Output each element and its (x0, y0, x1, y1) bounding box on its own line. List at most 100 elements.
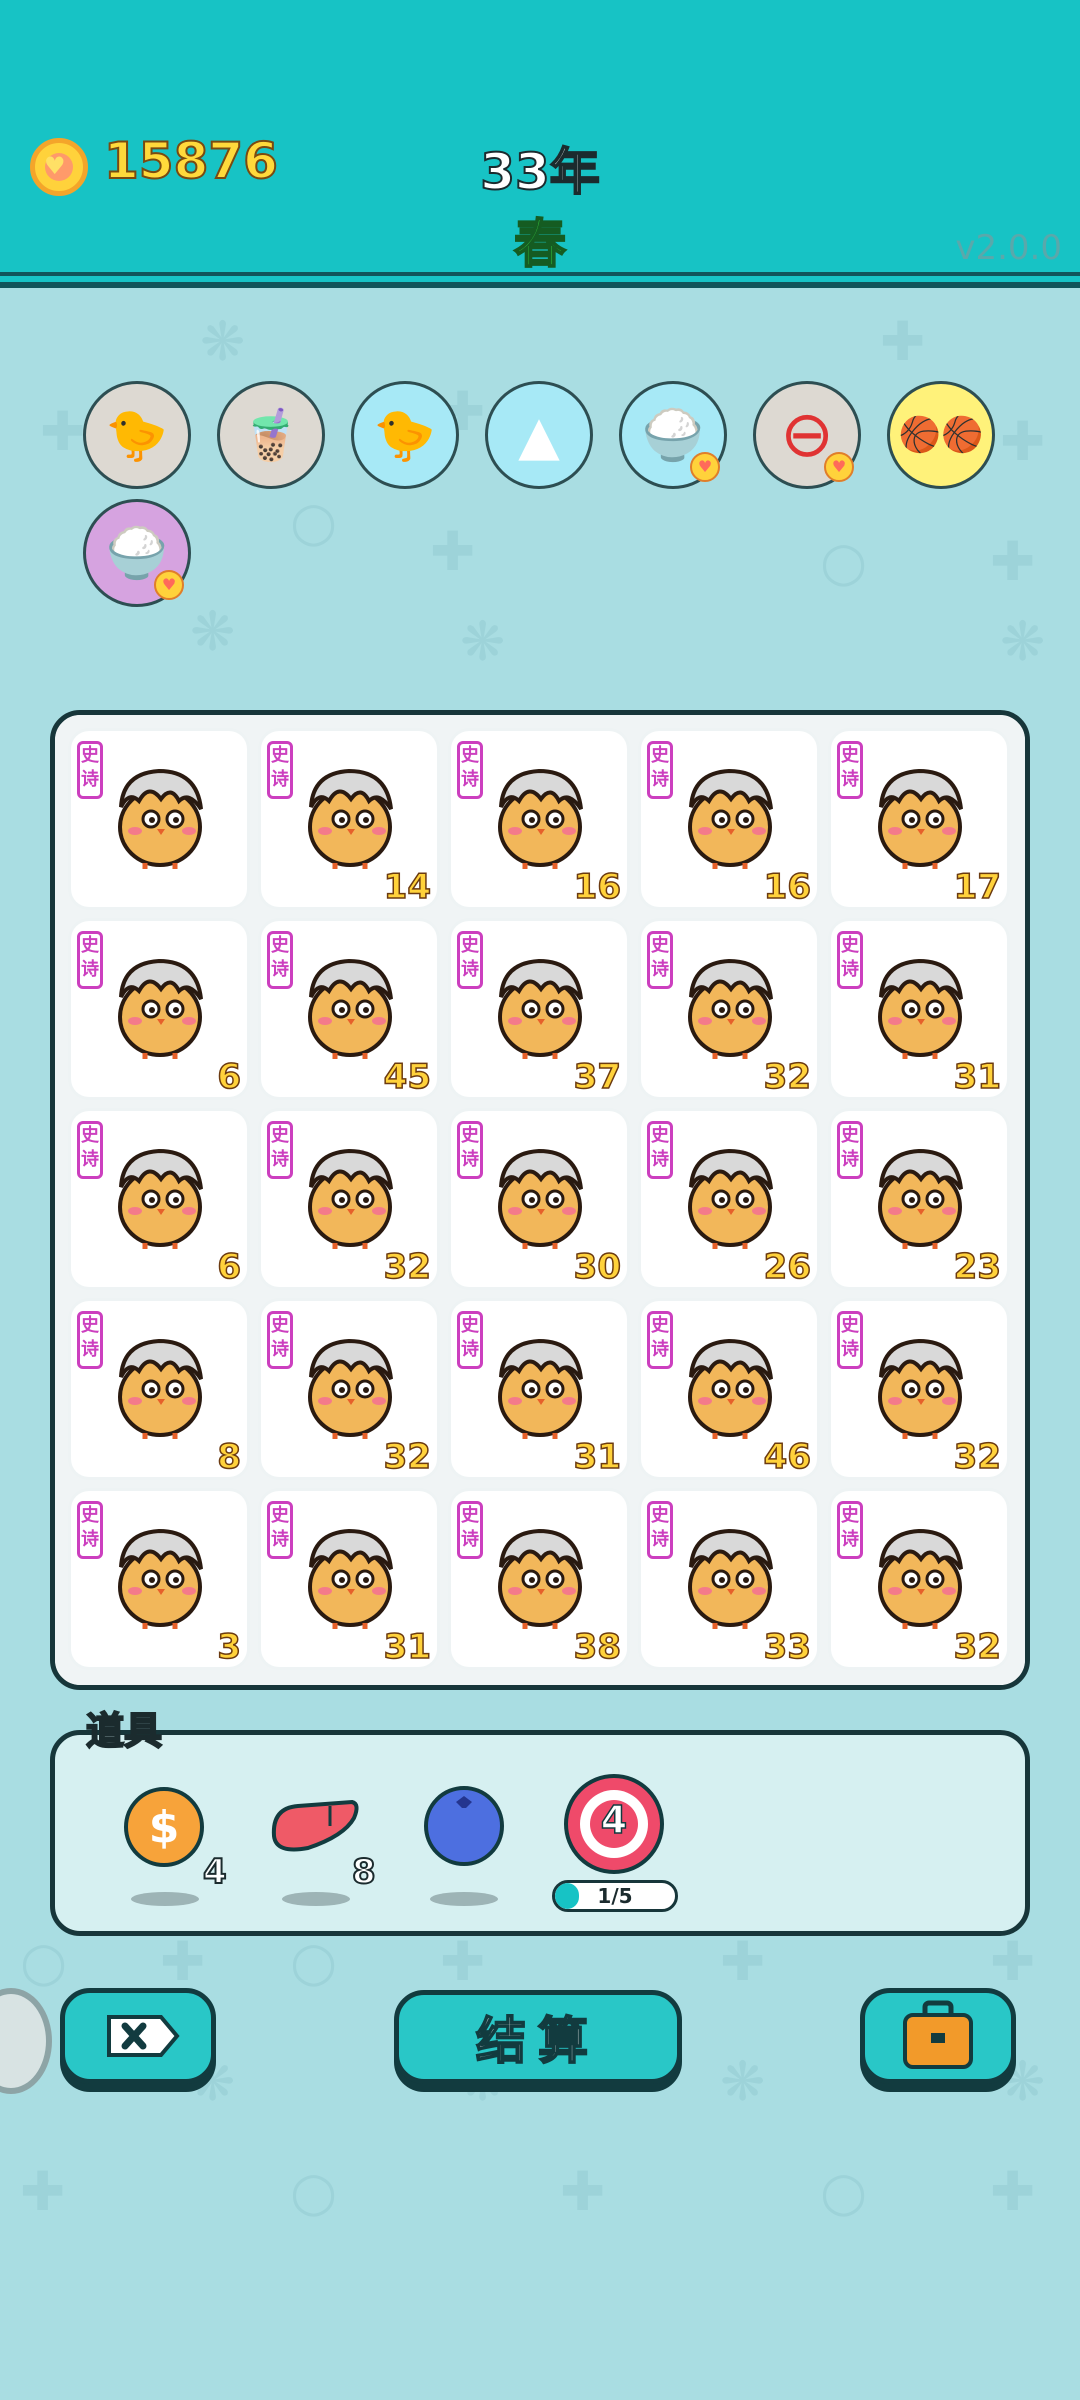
item-coin[interactable]: $ (123, 1786, 205, 1906)
item-shadow (430, 1892, 498, 1906)
chick-character-icon (308, 958, 393, 1059)
rarity-tag: 史诗 (837, 1311, 863, 1369)
coin-dollar-icon: $ (124, 1787, 204, 1867)
rarity-tag: 史诗 (647, 931, 673, 989)
cell-value: 32 (953, 1436, 1002, 1478)
cell-value: 14 (383, 866, 432, 908)
item-shadow (131, 1892, 199, 1906)
status-item-skirt[interactable]: ▲ (485, 381, 593, 489)
season-label: 春 (513, 214, 567, 276)
item-liver[interactable] (268, 1796, 362, 1906)
status-item-rice-bowl-2[interactable]: 🍚 ♥ (83, 499, 191, 607)
rarity-tag: 史诗 (267, 1311, 293, 1369)
chicken-with-egg-icon: 🐤 (105, 405, 169, 464)
board-cell[interactable]: 史诗 6 (71, 1111, 247, 1288)
rarity-tag: 史诗 (77, 1501, 103, 1559)
board-cell[interactable]: 史诗 31 (261, 1491, 437, 1668)
chick-character-icon (878, 1338, 963, 1439)
board-cell[interactable]: 史诗 3 (71, 1491, 247, 1668)
svg-text:$: $ (149, 1802, 180, 1853)
board-cell[interactable]: 史诗 33 (641, 1491, 817, 1668)
board-cell[interactable]: 史诗 46 (641, 1301, 817, 1478)
board-cell[interactable]: 史诗 (71, 731, 247, 907)
rarity-tag: 史诗 (77, 931, 103, 989)
item-target-count: 4 (600, 1797, 628, 1843)
chick-character-icon (498, 1338, 583, 1439)
chick-character-icon (118, 1148, 203, 1249)
cell-value: 16 (573, 866, 622, 908)
item-liver-count: 8 (351, 1851, 377, 1893)
board-cell[interactable]: 史诗 32 (831, 1491, 1007, 1668)
rarity-tag: 史诗 (837, 931, 863, 989)
rarity-tag: 史诗 (457, 1311, 483, 1369)
item-coin-count: 4 (202, 1851, 228, 1893)
chick-character-icon (118, 1528, 203, 1629)
rarity-tag: 史诗 (837, 741, 863, 799)
item-target[interactable]: 4 (562, 1772, 666, 1876)
board-cell[interactable]: 史诗 16 (451, 731, 627, 908)
rarity-tag: 史诗 (647, 741, 673, 799)
version-label: v2.0.0 (955, 228, 1062, 268)
board-cell[interactable]: 史诗 23 (831, 1111, 1007, 1288)
board-cell[interactable]: 史诗 31 (451, 1301, 627, 1478)
chick-character-icon (498, 1528, 583, 1629)
board-cell[interactable]: 史诗 31 (831, 921, 1007, 1098)
board-cell[interactable]: 史诗 38 (451, 1491, 627, 1668)
items-title: 道具 (85, 1708, 163, 1754)
status-item-bubble-tea[interactable]: 🧋 (217, 381, 325, 489)
board-cell[interactable]: 史诗 16 (641, 731, 817, 908)
pleated-skirt-icon: ▲ (518, 403, 560, 467)
chick-character-icon (118, 1338, 203, 1439)
cell-value: 46 (763, 1436, 812, 1478)
basketballs-icon: 🏀🏀 (898, 415, 984, 455)
cell-value: 31 (383, 1626, 432, 1668)
cell-value: 3 (217, 1626, 242, 1668)
cell-value: 38 (573, 1626, 622, 1668)
cell-value: 33 (763, 1626, 812, 1668)
board-cell[interactable]: 史诗 32 (641, 921, 817, 1098)
cell-value: 16 (763, 866, 812, 908)
chick-character-icon (688, 958, 773, 1059)
cell-value: 32 (383, 1436, 432, 1478)
blueberry-icon (424, 1786, 504, 1866)
board-cell[interactable]: 史诗 37 (451, 921, 627, 1098)
rarity-tag: 史诗 (267, 1501, 293, 1559)
rarity-tag: 史诗 (647, 1311, 673, 1369)
status-item-chicken-egg[interactable]: 🐤 (83, 381, 191, 489)
rarity-tag: 史诗 (267, 741, 293, 799)
rarity-tag: 史诗 (457, 1501, 483, 1559)
chick-character-icon (498, 1148, 583, 1249)
board-cell[interactable]: 史诗 26 (641, 1111, 817, 1288)
status-item-rice-bowl[interactable]: 🍚 ♥ (619, 381, 727, 489)
board-cell[interactable]: 史诗 17 (831, 731, 1007, 908)
status-item-chicken-egg-2[interactable]: 🐤 (351, 381, 459, 489)
cell-value: 32 (953, 1626, 1002, 1668)
rarity-tag: 史诗 (837, 1501, 863, 1559)
heart-badge-icon: ♥ (824, 452, 854, 482)
close-icon (107, 2015, 180, 2057)
inventory-button[interactable] (860, 1988, 1016, 2084)
chick-character-icon (308, 1148, 393, 1249)
rarity-tag: 史诗 (77, 741, 103, 799)
board-cell[interactable]: 史诗 32 (261, 1301, 437, 1478)
rarity-tag: 史诗 (77, 1311, 103, 1369)
board-cell[interactable]: 史诗 14 (261, 731, 437, 908)
board-cell[interactable]: 史诗 32 (261, 1111, 437, 1288)
chick-character-icon (688, 768, 773, 869)
item-blueberry[interactable] (422, 1784, 506, 1906)
board-cell[interactable]: 史诗 8 (71, 1301, 247, 1478)
cell-value: 17 (953, 866, 1002, 908)
board-cell[interactable]: 史诗 45 (261, 921, 437, 1098)
board-cell[interactable]: 史诗 30 (451, 1111, 627, 1288)
settle-button[interactable]: 结算 (394, 1990, 682, 2084)
chick-character-icon (308, 1338, 393, 1439)
close-button[interactable] (60, 1988, 216, 2084)
board-cell[interactable]: 史诗 32 (831, 1301, 1007, 1478)
board-cell[interactable]: 史诗 6 (71, 921, 247, 1098)
cell-value: 37 (573, 1056, 622, 1098)
bubble-tea-icon: 🧋 (239, 405, 303, 464)
status-item-minus[interactable]: ⊖ ♥ (753, 381, 861, 489)
item-shadow (282, 1892, 350, 1906)
chick-character-icon (878, 958, 963, 1059)
status-item-basketballs[interactable]: 🏀🏀 (887, 381, 995, 489)
